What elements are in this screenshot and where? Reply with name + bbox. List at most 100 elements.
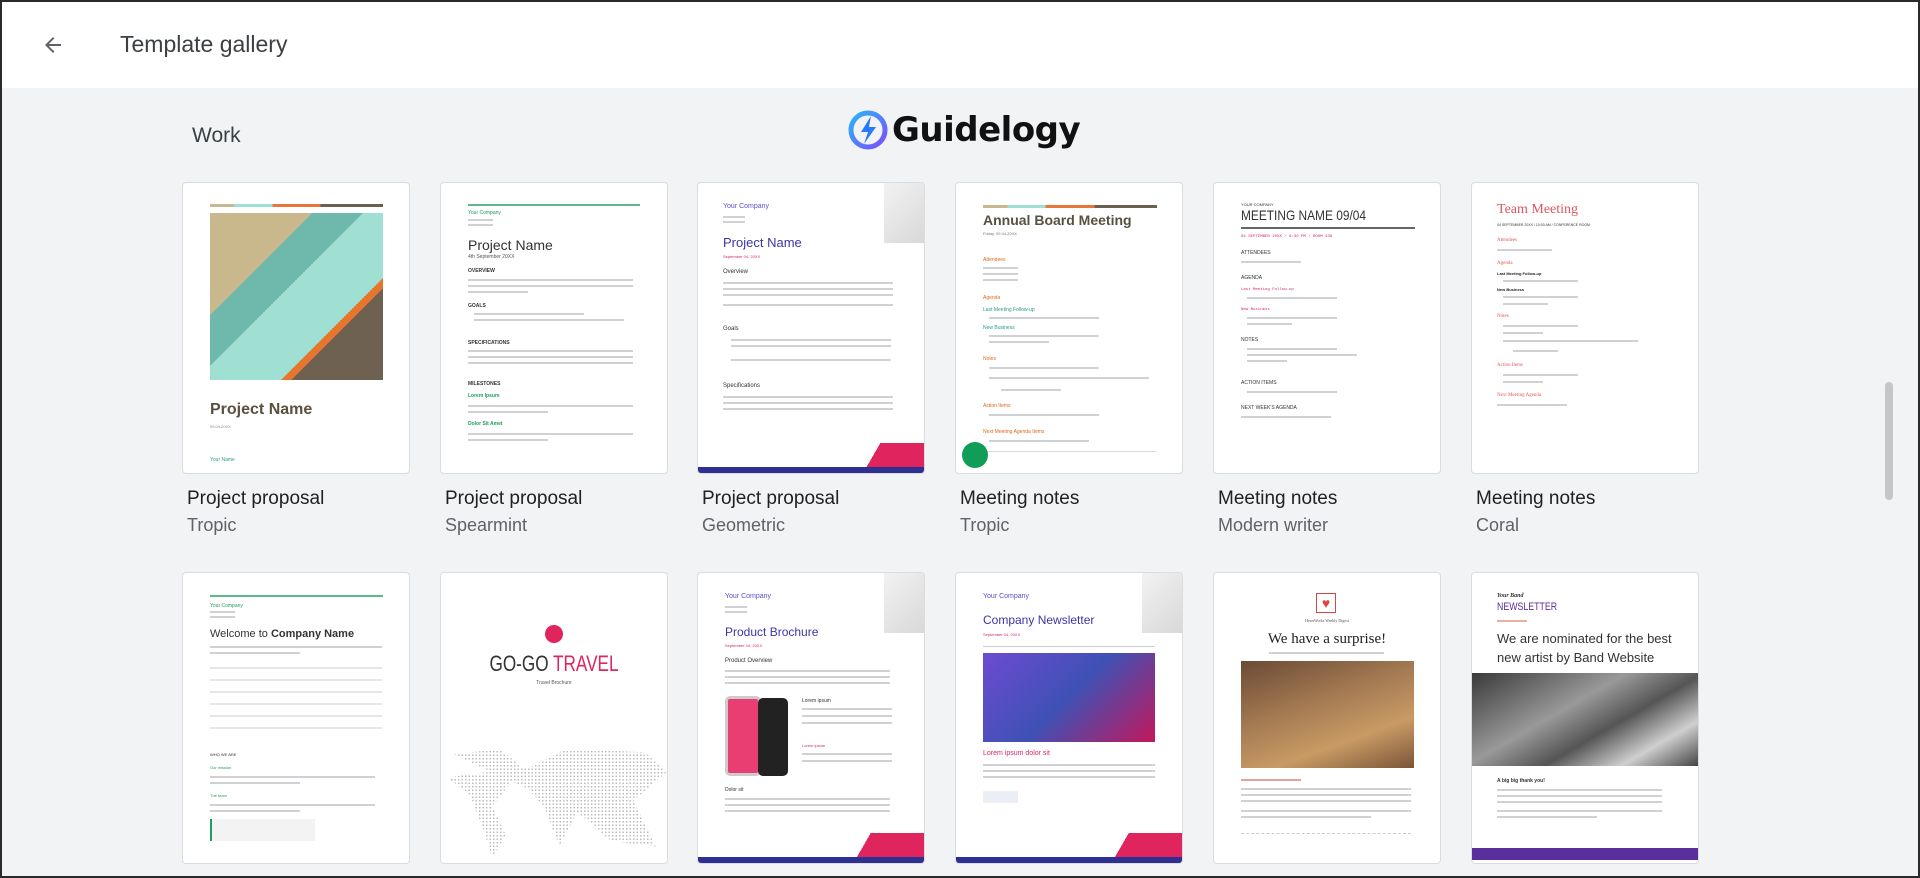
thumb-section: GOALS: [468, 303, 486, 309]
template-card-product-brochure[interactable]: Your Company Product Brochure September …: [697, 572, 925, 864]
thumb-section: Next Meeting Agenda: [1497, 393, 1542, 398]
template-card-meeting-notes-tropic[interactable]: Annual Board Meeting Friday, 09.04.20XX …: [955, 182, 1183, 536]
thumb-section: Notes: [983, 356, 997, 362]
thumb-date: September 04, 20XX: [723, 254, 761, 259]
thumb-section: WHO WE ARE: [210, 752, 237, 757]
template-theme: Geometric: [702, 515, 786, 535]
thumb-section: Agenda: [1497, 261, 1513, 266]
thumb-subheading: Lorem ipsum: [802, 698, 831, 704]
thumb-heading: Annual Board Meeting: [983, 212, 1132, 228]
template-name: Project proposal: [187, 488, 325, 509]
template-card-surprise-newsletter[interactable]: ♥ HeartWorks Weekly Digest We have a sur…: [1213, 572, 1441, 864]
template-card-meeting-notes-coral[interactable]: Team Meeting 04 SEPTEMBER 20XX / 10:00 A…: [1471, 182, 1699, 536]
thumb-subheading: Lorem ipsum: [802, 743, 826, 748]
thumb-heading: Project Name: [468, 237, 553, 253]
thumb-company: Your Company: [725, 593, 772, 600]
thumb-subheading: Last Meeting Follow-up: [1241, 288, 1294, 292]
template-card-project-proposal-spearmint[interactable]: Your Company Project Name 4th September …: [440, 182, 668, 536]
template-theme: Tropic: [960, 515, 1010, 535]
template-thumbnail: Your Band NEWSLETTER We are nominated fo…: [1471, 572, 1699, 864]
craft-table-image: [1241, 661, 1414, 768]
template-card-project-proposal-geometric[interactable]: Your Company Project Name September 04, …: [697, 182, 925, 536]
world-map-image: [447, 748, 667, 858]
thumb-section: Next Meeting Agenda Items: [983, 429, 1045, 435]
phone-image: [725, 696, 761, 776]
template-thumbnail: Your Company Product Brochure September …: [697, 572, 925, 864]
thumb-heading-b: TRAVEL: [553, 651, 619, 676]
page-title: Template gallery: [120, 31, 288, 57]
thumb-section: SPECIFICATIONS: [468, 340, 510, 346]
thumb-subheading: A big big thank you!: [1497, 778, 1545, 784]
thumb-subheading: New Business: [1497, 287, 1525, 292]
template-theme: Modern writer: [1218, 515, 1329, 535]
thumb-date: September 04, 20XX: [725, 643, 763, 648]
phone-image-dark: [758, 698, 788, 776]
thumb-section: Dolor sit: [725, 787, 744, 793]
thumb-section: Notes: [1497, 314, 1509, 319]
template-card-company-newsletter[interactable]: Your Company Company Newsletter Septembe…: [955, 572, 1183, 864]
template-theme: Spearmint: [445, 515, 528, 535]
thumb-section: Attendees: [983, 257, 1006, 263]
thumb-heading: Project Name: [210, 401, 313, 418]
thumb-heading-bold: Company Name: [270, 628, 355, 640]
thumb-company: Your Company: [210, 603, 243, 609]
thumb-section: Specifications: [723, 383, 761, 389]
top-bar: Template gallery: [2, 2, 1918, 88]
thumb-subheading: Lorem ipsum dolor sit: [983, 750, 1050, 757]
template-thumbnail: Your Company Welcome to Company Name WHO…: [182, 572, 410, 864]
template-card-meeting-notes-modern-writer[interactable]: YOUR COMPANY MEETING NAME 09/04 04 SEPTE…: [1213, 182, 1441, 536]
template-thumbnail: YOUR COMPANY MEETING NAME 09/04 04 SEPTE…: [1213, 182, 1441, 474]
thumb-company: Your Company: [723, 203, 770, 210]
travel-logo-icon: [545, 625, 563, 643]
template-card-project-proposal-tropic[interactable]: Project Name 09.04.20XX Your Name Projec…: [182, 182, 410, 536]
thumb-name: Your Name: [210, 457, 235, 463]
thumb-heading: Product Brochure: [725, 625, 819, 639]
thumb-heading: Project Name: [723, 235, 802, 250]
thumb-heading: We have a surprise!: [1267, 631, 1387, 647]
thumb-heading: Welcome to Company Name: [210, 628, 354, 640]
thumb-date: September 04, 20XX: [983, 632, 1021, 637]
thumb-subheading: Last Meeting Follow-up: [983, 307, 1035, 313]
thumb-company: Your Company: [468, 210, 501, 216]
template-name: Project proposal: [702, 488, 840, 509]
template-name: Project proposal: [445, 488, 583, 509]
template-card-band-newsletter[interactable]: Your Band NEWSLETTER We are nominated fo…: [1471, 572, 1699, 864]
thumb-date: 04 SEPTEMBER 20XX / 10:00 AM / CONFERENC…: [1497, 223, 1590, 227]
thumb-heading-pre: Welcome to: [210, 628, 271, 640]
thumb-section: ATTENDEES: [1241, 250, 1271, 256]
thumb-section: Overview: [723, 269, 749, 275]
scrollbar-thumb[interactable]: [1885, 382, 1893, 500]
template-name: Meeting notes: [1218, 488, 1338, 509]
template-thumbnail: Project Name 09.04.20XX Your Name: [182, 182, 410, 474]
thumb-section: Action Items: [1497, 363, 1523, 368]
heart-logo-icon: ♥: [1316, 593, 1336, 613]
lightning-logo-icon: [848, 110, 888, 150]
thumb-subheading: Our mission: [210, 765, 232, 770]
arrow-left-icon: [45, 37, 61, 53]
template-thumbnail: Annual Board Meeting Friday, 09.04.20XX …: [955, 182, 1183, 474]
template-card-travel-brochure[interactable]: GO-GO TRAVEL Travel Brochure: [440, 572, 668, 864]
thumb-band: Your Band: [1497, 593, 1524, 599]
thumb-heading: GO-GO TRAVEL: [466, 651, 642, 677]
thumb-section: NOTES: [1241, 337, 1259, 343]
thumb-subheading: Dolor Sit Amet: [468, 421, 503, 427]
thumb-subheading: New Business: [1241, 308, 1270, 312]
guitar-image: [1472, 673, 1698, 766]
guidelogy-watermark: Guidelogy: [848, 110, 1081, 150]
thumb-date: Friday, 09.04.20XX: [983, 231, 1017, 236]
back-button[interactable]: [36, 28, 70, 62]
template-thumbnail: Your Company Company Newsletter Septembe…: [955, 572, 1183, 864]
template-thumbnail: Your Company Project Name September 04, …: [697, 182, 925, 474]
template-name: Meeting notes: [960, 488, 1080, 509]
thumb-section: AGENDA: [1241, 275, 1263, 281]
template-thumbnail: Team Meeting 04 SEPTEMBER 20XX / 10:00 A…: [1471, 182, 1699, 474]
template-thumbnail: Your Company Project Name 4th September …: [440, 182, 668, 474]
thumb-section: Agenda: [983, 295, 1001, 301]
template-theme: Coral: [1476, 515, 1520, 535]
thumb-heading: Team Meeting: [1497, 202, 1579, 217]
thumb-section: MILESTONES: [468, 381, 501, 387]
thumb-section: NEXT WEEK'S AGENDA: [1241, 405, 1297, 411]
template-card-welcome[interactable]: Your Company Welcome to Company Name WHO…: [182, 572, 410, 864]
template-name: Meeting notes: [1476, 488, 1596, 509]
thumb-section: ACTION ITEMS: [1241, 380, 1277, 386]
